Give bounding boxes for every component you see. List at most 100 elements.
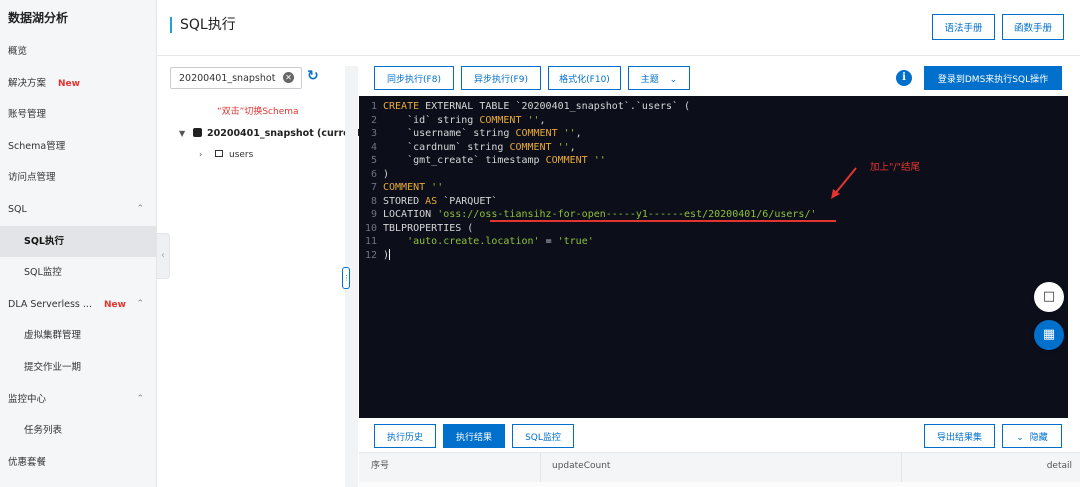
line-number: 1 <box>370 101 377 112</box>
async-execute-button[interactable]: 异步执行(F9) <box>461 66 541 90</box>
line-number: 5 <box>370 155 377 166</box>
code-token: `username` string <box>383 128 516 139</box>
sidebar-item[interactable]: 访问点管理 <box>0 162 156 194</box>
sidebar-item[interactable]: 概览 <box>0 36 156 68</box>
code-line: 4 `cardnum` string COMMENT '', <box>359 141 576 155</box>
hide-label: 隐藏 <box>1029 432 1048 443</box>
code-token: `gmt_create` timestamp <box>383 155 546 166</box>
line-number: 2 <box>370 114 377 126</box>
line-number: 6 <box>370 168 377 180</box>
sidebar-item-label: 访问点管理 <box>8 172 56 184</box>
page-title: SQL执行 <box>170 17 236 33</box>
code-line: 3 `username` string COMMENT '', <box>359 127 582 141</box>
function-manual-button[interactable]: 函数手册 <box>1002 14 1064 40</box>
schema-tree-node[interactable]: ▼ 20200401_snapshot (current) <box>179 128 365 139</box>
code-token: 'true' <box>557 236 594 247</box>
code-token: COMMENT <box>545 155 588 166</box>
results-table-header: 序号 updateCount detail <box>359 452 1080 487</box>
chevron-up-icon[interactable]: ⌃ <box>136 384 144 416</box>
sidebar-nav: 概览 解决方案 New 账号管理 Schema管理 访问点管理 SQL ⌃ SQL执行 SQL监控… <box>0 36 156 478</box>
sidebar-item-label: 优惠套餐 <box>8 456 47 468</box>
line-number: 11 <box>364 236 377 247</box>
dms-login-button[interactable]: 登录到DMS来执行SQL操作 <box>924 66 1062 90</box>
code-line: 5 `gmt_create` timestamp COMMENT '' <box>359 154 606 168</box>
sidebar-item-label: SQL <box>8 203 27 215</box>
sidebar-item[interactable]: 任务列表 <box>0 415 156 447</box>
sidebar-item[interactable]: 账号管理 <box>0 99 156 131</box>
code-token: = <box>539 236 558 247</box>
sidebar-item-label: 概览 <box>8 46 28 57</box>
chevron-down-icon: ⌄ <box>669 74 678 85</box>
code-token: AS <box>425 195 438 207</box>
sidebar-item-label: SQL执行 <box>24 235 64 247</box>
new-badge: New <box>103 299 126 310</box>
line-number: 4 <box>370 141 377 153</box>
chevron-right-icon[interactable]: › <box>199 150 209 159</box>
code-token: , <box>569 141 576 153</box>
chat-icon[interactable]: □ <box>1034 282 1064 312</box>
code-token: TBLPROPERTIES ( <box>383 222 474 234</box>
sidebar-item[interactable]: Schema管理 <box>0 131 156 163</box>
code-token: COMMENT <box>479 114 522 126</box>
chevron-down-icon: ⌄ <box>1016 432 1024 443</box>
code-line: 10 TBLPROPERTIES ( <box>359 222 473 236</box>
sidebar-item-label: 监控中心 <box>8 393 47 405</box>
annotation-arrow <box>831 167 857 199</box>
code-line: 12) <box>359 248 391 263</box>
code-token: COMMENT <box>515 128 558 139</box>
code-token: 'auto.create.location' <box>383 236 540 247</box>
code-token: `PARQUET` <box>437 195 498 207</box>
code-token: '' <box>551 141 570 153</box>
tab-results[interactable]: 执行结果 <box>443 424 505 448</box>
clear-icon[interactable]: ✕ <box>283 72 294 83</box>
sidebar-item[interactable]: SQL执行 <box>0 225 156 258</box>
code-token: ) <box>383 168 390 180</box>
apps-icon[interactable]: ▦ <box>1034 320 1064 350</box>
sidebar-item-label: 解决方案 <box>8 77 47 89</box>
line-number: 3 <box>370 128 377 139</box>
sql-editor[interactable]: 1 CREATE EXTERNAL TABLE `20200401_snapsho… <box>359 96 1068 418</box>
sidebar-item[interactable]: 监控中心 ⌃ <box>0 384 156 416</box>
info-icon[interactable]: i <box>896 70 912 86</box>
format-button[interactable]: 格式化(F10) <box>548 66 621 90</box>
chevron-down-icon[interactable]: ▼ <box>179 129 189 138</box>
sidebar-item[interactable]: DLA Serverless ... New ⌃ <box>0 289 156 321</box>
hide-panel-button[interactable]: ⌄ 隐藏 <box>1002 424 1062 448</box>
column-header-index: 序号 <box>371 461 390 471</box>
theme-dropdown[interactable]: 主题 ⌄ <box>628 66 690 90</box>
column-header-detail: detail <box>1046 461 1072 471</box>
sidebar-item[interactable]: 解决方案 New <box>0 68 156 100</box>
chevron-up-icon[interactable]: ⌃ <box>136 289 144 321</box>
chevron-up-icon[interactable]: ⌃ <box>136 194 144 226</box>
code-token: `cardnum` string <box>383 141 510 153</box>
tab-sql-monitor[interactable]: SQL监控 <box>512 424 574 448</box>
code-line: 7 COMMENT '' <box>359 181 443 195</box>
sidebar-item[interactable]: SQL监控 <box>0 257 156 289</box>
sidebar-item-label: 任务列表 <box>24 425 63 437</box>
tab-history[interactable]: 执行历史 <box>374 424 436 448</box>
code-token: `id` string <box>383 114 480 126</box>
sync-execute-button[interactable]: 同步执行(F8) <box>374 66 454 90</box>
code-token: COMMENT <box>383 182 426 193</box>
database-icon <box>193 128 202 137</box>
export-results-button[interactable]: 导出结果集 <box>924 424 995 448</box>
resize-handle[interactable]: ⋮ <box>342 267 350 289</box>
code-token: COMMENT <box>509 141 552 153</box>
sidebar-item[interactable]: 提交作业一期 <box>0 352 156 384</box>
code-token: , <box>575 128 582 139</box>
refresh-icon[interactable]: ↻ <box>307 68 319 84</box>
sidebar-item-label: 虚拟集群管理 <box>24 330 82 342</box>
table-node-label: users <box>229 150 254 160</box>
column-header-update-count: updateCount <box>552 461 611 471</box>
sidebar-item-label: Schema管理 <box>8 140 66 152</box>
syntax-manual-button[interactable]: 语法手册 <box>932 14 995 40</box>
code-token: , <box>539 114 546 126</box>
code-token: '' <box>521 114 540 126</box>
code-token: LOCATION <box>383 209 438 220</box>
sidebar-item-label: 提交作业一期 <box>24 361 82 373</box>
line-number: 8 <box>370 195 377 207</box>
sidebar-item[interactable]: 虚拟集群管理 <box>0 320 156 352</box>
sidebar-item[interactable]: SQL ⌃ <box>0 194 156 226</box>
sidebar-item[interactable]: 优惠套餐 <box>0 447 156 479</box>
table-node-users[interactable]: › users <box>199 150 253 160</box>
